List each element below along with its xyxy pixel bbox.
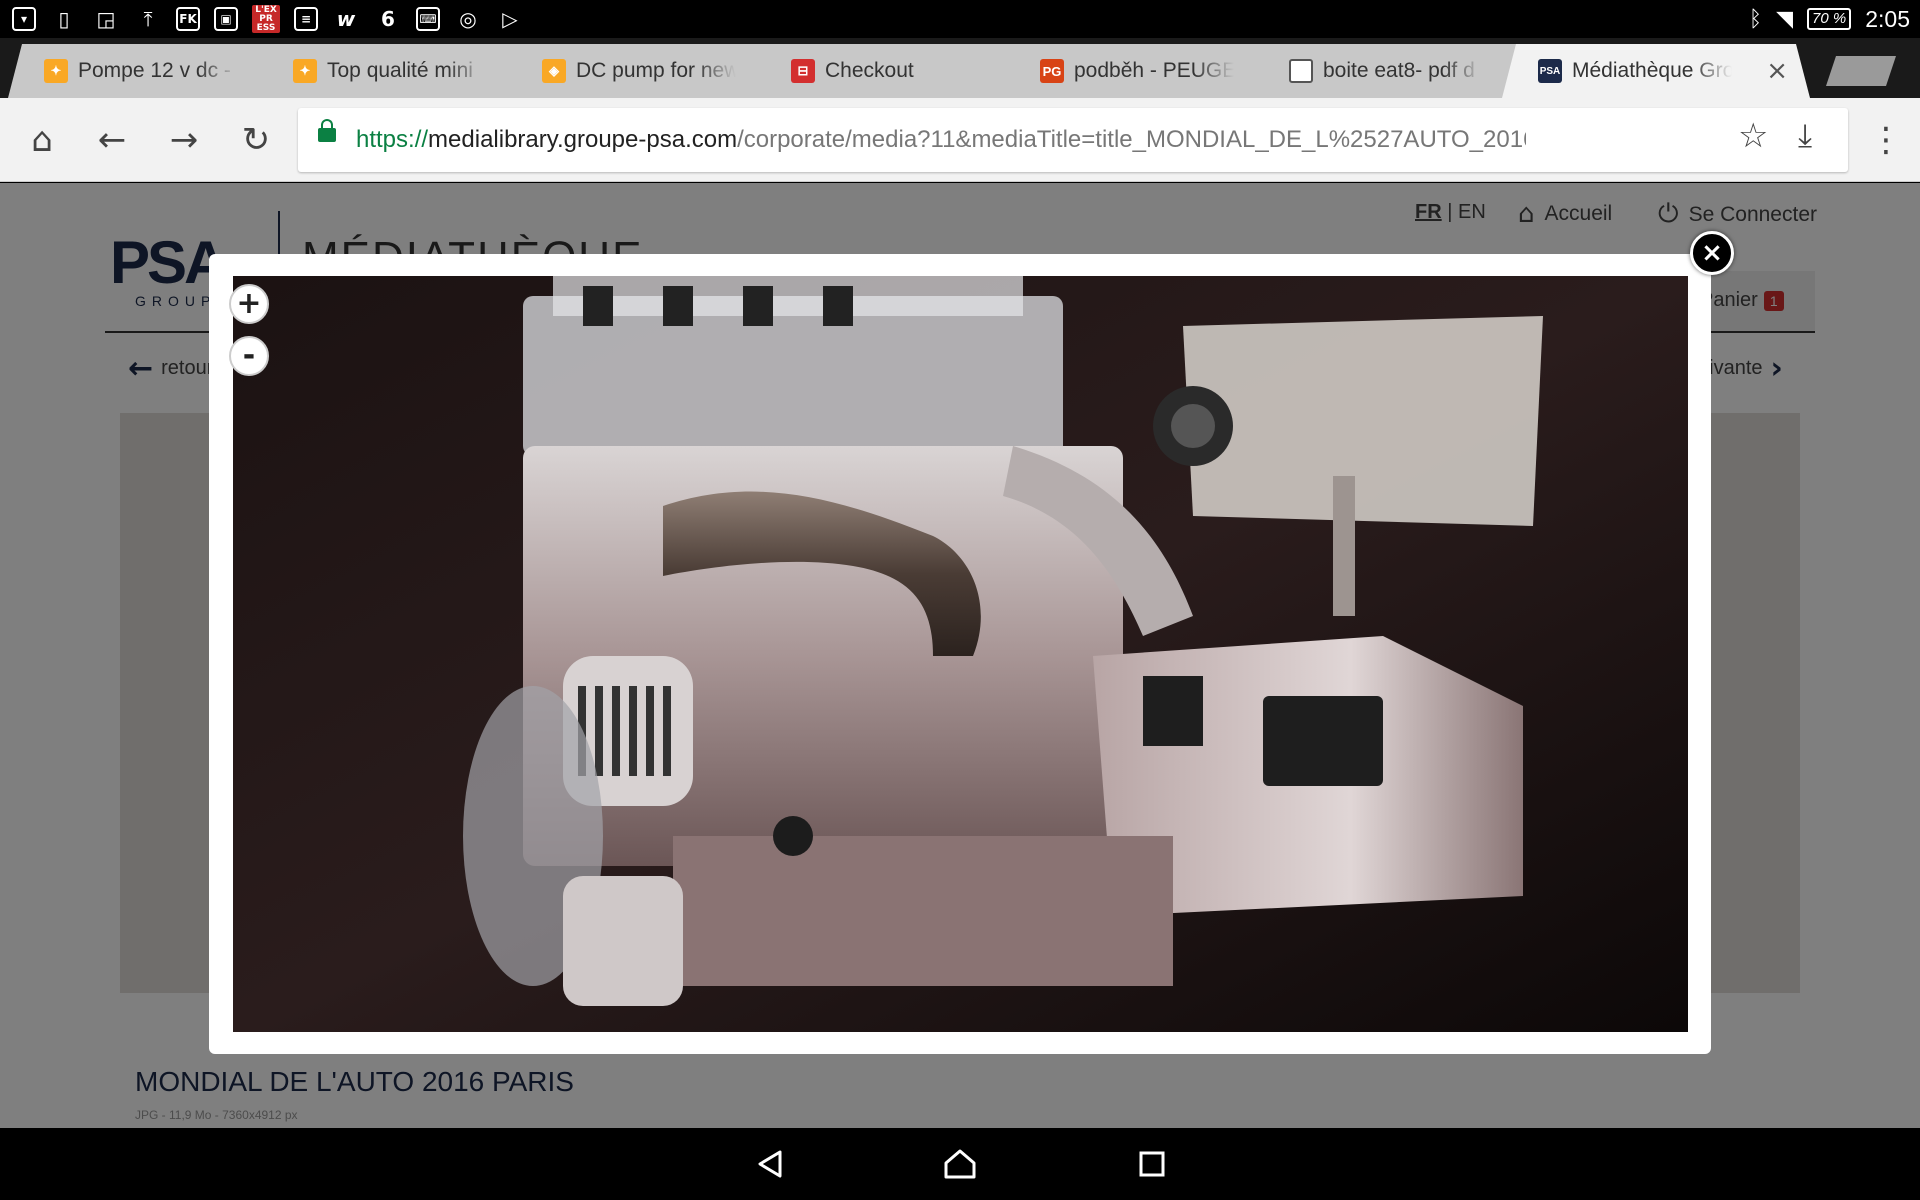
android-nav-bar — [0, 1128, 1920, 1200]
new-tab-button[interactable] — [1826, 56, 1896, 86]
address-bar[interactable]: https://medialibrary.groupe-psa.com/corp… — [298, 108, 1848, 172]
tab-title: DC pump for new — [576, 59, 736, 82]
zoom-out-button[interactable]: - — [229, 336, 269, 376]
bluetooth-icon: ᛒ — [1748, 6, 1763, 32]
url-scheme: https:// — [356, 126, 429, 153]
clock: 2:05 — [1865, 5, 1910, 32]
zoom-in-button[interactable]: + — [229, 284, 269, 324]
back-arrow-icon[interactable]: ← — [88, 116, 136, 164]
aliexpress-icon: ✦ — [293, 59, 317, 83]
sim-icon: ▯ — [58, 7, 70, 31]
tab-title: Top qualité mini — [327, 59, 473, 82]
tab-title: Checkout — [825, 59, 914, 82]
recents-icon[interactable] — [1130, 1142, 1174, 1186]
document-icon — [1289, 59, 1313, 83]
back-icon[interactable] — [748, 1142, 792, 1186]
six-app-icon: 6 — [381, 7, 395, 31]
bookmark-star-icon[interactable]: ☆ — [1738, 116, 1768, 156]
w-app-icon: w — [336, 7, 356, 31]
battery-indicator: 70 % — [1807, 8, 1852, 30]
tab-title: Médiathèque Gro — [1572, 59, 1732, 82]
wifi-icon: ◥ — [1776, 6, 1794, 32]
shop-icon: ◈ — [542, 59, 566, 83]
news-app-icon-2: ≡ — [294, 7, 318, 31]
close-tab-icon[interactable]: × — [1766, 56, 1788, 86]
cast-icon: ◲ — [96, 7, 116, 31]
tab-title: podběh - PEUGE — [1074, 59, 1234, 82]
menu-icon[interactable]: ⋮ — [1862, 116, 1910, 164]
tab-strip: ✦ Pompe 12 v dc - × ✦ Top qualité mini ×… — [0, 38, 1920, 98]
notification-icons: ▾ ▯ ◲ ⤒ FK ▣ L'EX PR ESS ≡ w 6 ⌨ ◎ ▷ — [12, 5, 524, 33]
download-icon[interactable]: ⤓ — [1798, 116, 1812, 155]
forum-icon: PG — [1040, 59, 1064, 83]
close-lightbox-button[interactable]: × — [1690, 231, 1734, 275]
fk-app-icon: FK — [176, 7, 200, 31]
psa-icon: PSA — [1538, 59, 1562, 83]
url-path: /corporate/media?11&mediaTitle=title_MON… — [737, 126, 1526, 153]
news-app-icon: ▣ — [214, 7, 238, 31]
forward-arrow-icon[interactable]: → — [160, 116, 208, 164]
cart-icon: ⊟ — [791, 59, 815, 83]
browser-toolbar: ⌂ ← → ↻ https://medialibrary.groupe-psa.… — [0, 98, 1920, 182]
express-app-icon: L'EX PR ESS — [252, 5, 280, 33]
keyboard-app-icon: ⌨ — [416, 7, 440, 31]
image-lightbox: + - — [209, 254, 1711, 1054]
play-store-icon: ▷ — [502, 7, 518, 31]
home-icon[interactable]: ⌂ — [18, 116, 66, 164]
upload-icon: ⤒ — [143, 7, 153, 31]
lock-icon — [318, 119, 336, 142]
status-bar: ▾ ▯ ◲ ⤒ FK ▣ L'EX PR ESS ≡ w 6 ⌨ ◎ ▷ ᛒ ◥ 7… — [0, 0, 1920, 38]
engine-photo[interactable] — [233, 276, 1688, 1032]
aliexpress-icon: ✦ — [44, 59, 68, 83]
tab-title: Pompe 12 v dc - — [78, 59, 231, 82]
reload-icon[interactable]: ↻ — [232, 116, 280, 164]
tab-title: boite eat8- pdf d — [1323, 59, 1475, 82]
inbox-icon: ▾ — [12, 7, 36, 31]
url-host: medialibrary.groupe-psa.com — [428, 126, 738, 153]
url-text[interactable]: https://medialibrary.groupe-psa.com/corp… — [356, 126, 1526, 154]
home-nav-icon[interactable] — [938, 1142, 982, 1186]
engine-illustration — [233, 276, 1688, 1032]
chrome-icon: ◎ — [459, 7, 477, 31]
tab-mediatheque[interactable]: PSA Médiathèque Gro × — [1502, 44, 1810, 98]
